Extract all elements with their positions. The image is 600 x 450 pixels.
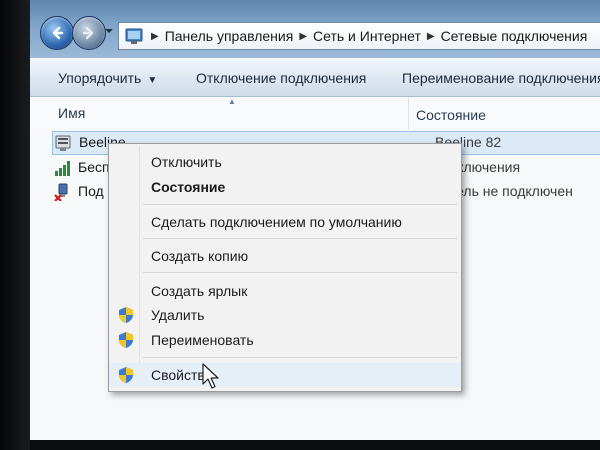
menu-separator <box>143 272 457 273</box>
disconnect-label: Отключение подключения <box>196 70 367 86</box>
mouse-pointer-icon <box>202 363 219 389</box>
connection-name: Под <box>78 183 104 199</box>
address-bar[interactable]: ▶ Панель управления ▶ Сеть и Интернет ▶ … <box>118 22 600 50</box>
menu-item-status[interactable]: Состояние <box>109 175 461 199</box>
menu-item-properties[interactable]: Свойства <box>109 363 461 387</box>
connection-name: Бесп <box>78 159 110 175</box>
column-status-header[interactable]: Состояние <box>416 107 486 123</box>
wireless-signal-icon <box>55 161 70 176</box>
rename-label: Переименование подключения <box>402 70 600 86</box>
menu-separator <box>143 238 457 239</box>
disconnect-button[interactable]: Отключение подключения <box>196 70 366 86</box>
rename-connection-button[interactable]: Переименование подключения <box>402 70 600 86</box>
menu-item-set-default[interactable]: Сделать подключением по умолчанию <box>109 210 461 234</box>
menu-item-label: Переименовать <box>151 332 254 348</box>
menu-item-label: Состояние <box>151 179 226 195</box>
breadcrumb-control-panel[interactable]: Панель управления <box>165 28 294 44</box>
monitor-bezel-left <box>0 0 30 450</box>
menu-item-label: Сделать подключением по умолчанию <box>151 214 402 230</box>
arrow-right-icon <box>82 26 94 40</box>
menu-separator <box>143 204 457 205</box>
forward-button[interactable] <box>72 16 106 50</box>
ethernet-disconnected-icon <box>54 183 68 201</box>
menu-item-rename[interactable]: Переименовать <box>109 328 461 352</box>
monitor-bezel-bottom <box>30 440 600 450</box>
column-name-header[interactable]: Имя <box>58 105 85 121</box>
uac-shield-icon <box>119 307 133 323</box>
breadcrumb-network-internet[interactable]: Сеть и Интернет <box>313 28 421 44</box>
recent-pages-dropdown-icon[interactable] <box>104 26 114 36</box>
context-menu: Отключить Состояние Сделать подключением… <box>108 143 462 392</box>
uac-shield-icon <box>119 332 133 348</box>
menu-item-create-copy[interactable]: Создать копию <box>109 244 461 268</box>
menu-item-label: Удалить <box>151 307 205 323</box>
organize-button[interactable]: Упорядочить ▼ <box>58 70 157 86</box>
breadcrumb-separator-icon[interactable]: ▶ <box>151 31 159 42</box>
breadcrumb-separator-icon[interactable]: ▶ <box>427 31 435 42</box>
sort-ascending-icon: ▲ <box>228 97 236 106</box>
back-button[interactable] <box>40 16 74 50</box>
menu-separator <box>143 357 457 358</box>
menu-item-delete[interactable]: Удалить <box>109 303 461 327</box>
menu-item-disconnect[interactable]: Отключить <box>109 150 461 174</box>
control-panel-icon <box>125 28 143 44</box>
breadcrumb-separator-icon[interactable]: ▶ <box>299 31 307 42</box>
menu-item-create-shortcut[interactable]: Создать ярлык <box>109 279 461 303</box>
column-divider[interactable] <box>408 97 409 129</box>
arrow-left-icon <box>52 26 64 40</box>
menu-item-label: Создать копию <box>151 248 249 264</box>
title-bar: ▶ Панель управления ▶ Сеть и Интернет ▶ … <box>30 0 600 58</box>
chevron-down-icon: ▼ <box>147 75 158 86</box>
breadcrumb-network-connections[interactable]: Сетевые подключения <box>441 28 588 44</box>
command-bar: Упорядочить ▼ Отключение подключения Пере… <box>30 58 600 97</box>
menu-item-label: Создать ярлык <box>151 283 248 299</box>
menu-item-label: Отключить <box>151 154 222 170</box>
column-header: ▲ Имя Состояние <box>30 97 600 130</box>
uac-shield-icon <box>119 367 133 383</box>
organize-label: Упорядочить <box>58 70 142 86</box>
modem-icon <box>55 135 71 151</box>
